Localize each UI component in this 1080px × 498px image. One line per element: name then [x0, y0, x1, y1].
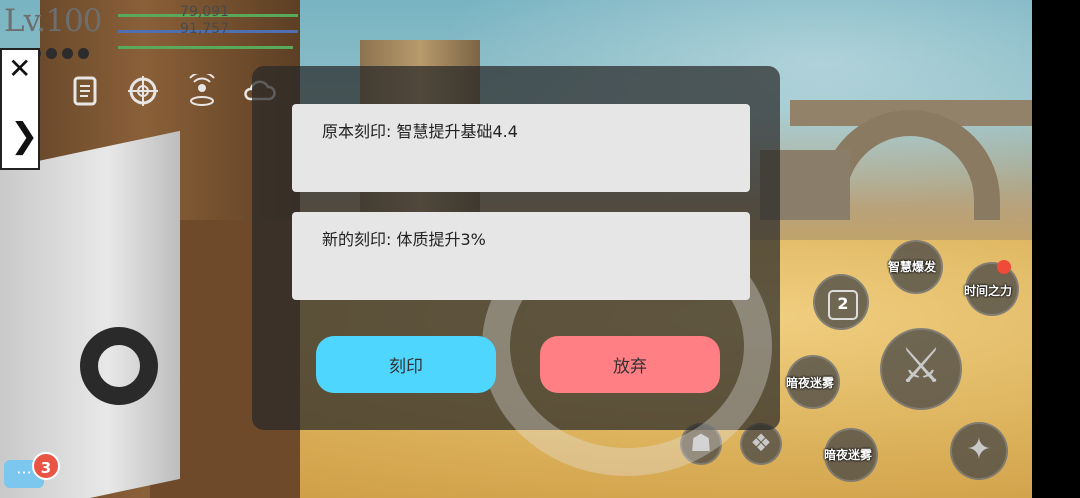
crossed-swords-icon: ⚔	[899, 338, 943, 394]
engrave-button[interactable]: 刻印	[316, 336, 496, 393]
exp-bar	[118, 46, 293, 49]
chat-unread-badge: 3	[32, 452, 60, 480]
skill-dark-fog-label: 暗夜迷雾	[786, 376, 835, 390]
buff-dot	[62, 48, 73, 59]
white-block	[0, 130, 180, 498]
new-engraving-box: 新的刻印: 体质提升3%	[292, 212, 750, 300]
player-level: Lv.100	[4, 3, 102, 39]
abandon-button[interactable]: 放弃	[540, 336, 720, 393]
skill-wisdom-burst-label: 智慧爆发	[888, 260, 937, 274]
signal-icon[interactable]	[185, 71, 219, 108]
mp-value: 91,757	[180, 21, 229, 37]
wing-icon: ✦	[966, 432, 992, 467]
attack-button[interactable]: ⚔	[880, 328, 962, 410]
player-status: Lv.100 79,091 91,757	[0, 0, 300, 60]
engraving-dialog: 原本刻印: 智慧提升基础4.4 新的刻印: 体质提升3% 刻印 放弃	[252, 66, 780, 476]
chat-button[interactable]: ··· 3	[4, 452, 60, 492]
screen-edge	[1032, 0, 1080, 498]
buff-dot	[78, 48, 89, 59]
chevron-right-icon[interactable]: ❯	[10, 118, 39, 154]
slot-number-badge: 2	[828, 290, 858, 320]
close-icon[interactable]: ✕	[8, 54, 31, 84]
crosshair-icon[interactable]	[126, 74, 160, 108]
notification-dot	[997, 260, 1011, 274]
original-engraving-box: 原本刻印: 智慧提升基础4.4	[292, 104, 750, 192]
skill-time-power-label: 时间之力	[964, 284, 1013, 298]
hp-value: 79,091	[180, 4, 229, 20]
skill-wing[interactable]: ✦	[950, 422, 1008, 480]
original-engraving-text: 原本刻印: 智慧提升基础4.4	[322, 122, 518, 141]
shield-icon: ❖	[750, 429, 772, 457]
buff-dot	[46, 48, 57, 59]
scroll-icon[interactable]	[68, 74, 102, 108]
movement-joystick[interactable]	[80, 327, 158, 405]
new-engraving-text: 新的刻印: 体质提升3%	[322, 230, 486, 249]
side-panel: ✕ ❯	[0, 48, 40, 170]
skill-dark-fog-2-label: 暗夜迷雾	[824, 448, 873, 462]
